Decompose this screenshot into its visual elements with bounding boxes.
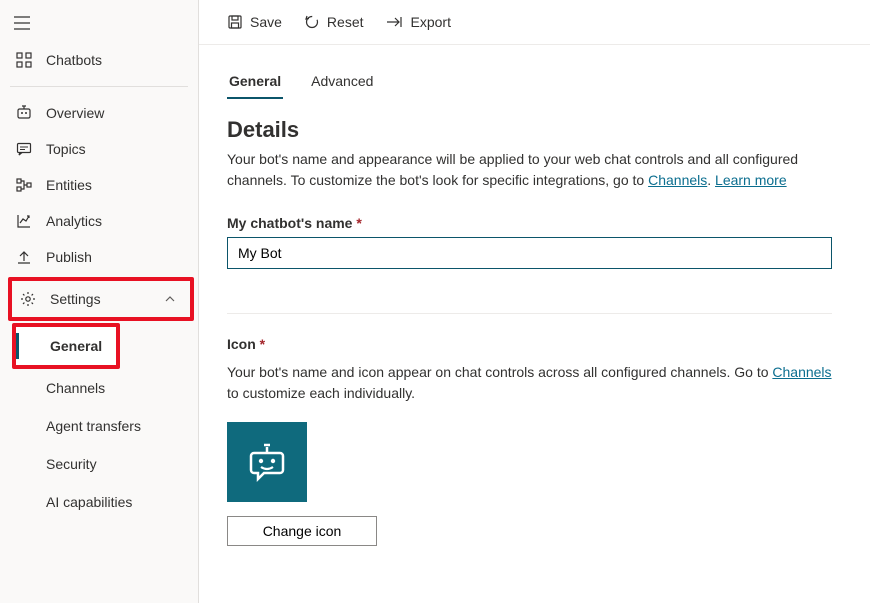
icon-description: Your bot's name and icon appear on chat …	[227, 362, 842, 404]
hamburger-button[interactable]	[0, 6, 198, 38]
nav-topics-label: Topics	[46, 141, 184, 157]
chevron-up-icon	[164, 293, 176, 305]
details-heading: Details	[227, 117, 842, 143]
nav-analytics-label: Analytics	[46, 213, 184, 229]
nav-chatbots-label: Chatbots	[46, 52, 184, 68]
save-button[interactable]: Save	[219, 8, 290, 36]
reset-button[interactable]: Reset	[296, 8, 372, 36]
icon-desc-b: to customize each individually.	[227, 385, 415, 401]
subnav-ai-capabilities-label: AI capabilities	[46, 494, 132, 510]
icon-label-text: Icon	[227, 336, 256, 352]
tabs: General Advanced	[227, 67, 842, 99]
bot-avatar-icon	[244, 439, 290, 485]
chat-icon	[14, 141, 34, 157]
channels-link-2[interactable]: Channels	[772, 364, 831, 380]
nav-publish[interactable]: Publish	[0, 239, 198, 275]
subnav-general-label: General	[50, 338, 102, 354]
tab-advanced-label: Advanced	[311, 73, 373, 89]
subnav-ai-capabilities[interactable]: AI capabilities	[0, 483, 198, 521]
subnav-agent-transfers-label: Agent transfers	[46, 418, 141, 434]
divider	[10, 86, 188, 87]
entities-icon	[14, 177, 34, 193]
required-asterisk: *	[356, 215, 361, 231]
highlight-settings: Settings	[8, 277, 194, 321]
export-icon	[386, 15, 404, 29]
save-icon	[227, 14, 243, 30]
nav-overview[interactable]: Overview	[0, 95, 198, 131]
icon-field-label: Icon *	[227, 336, 842, 352]
reset-label: Reset	[327, 14, 364, 30]
nav-analytics[interactable]: Analytics	[0, 203, 198, 239]
subnav-channels-label: Channels	[46, 380, 105, 396]
name-field-label: My chatbot's name *	[227, 215, 842, 231]
export-label: Export	[411, 14, 451, 30]
subnav-channels[interactable]: Channels	[0, 369, 198, 407]
save-label: Save	[250, 14, 282, 30]
subnav-general[interactable]: General	[16, 327, 116, 365]
subnav-security-label: Security	[46, 456, 97, 472]
grid-icon	[14, 52, 34, 68]
tab-general-label: General	[229, 73, 281, 89]
reset-icon	[304, 14, 320, 30]
nav-settings[interactable]: Settings	[12, 281, 190, 317]
nav-topics[interactable]: Topics	[0, 131, 198, 167]
change-icon-label: Change icon	[263, 523, 342, 539]
highlight-general: General	[12, 323, 120, 369]
gear-icon	[18, 291, 38, 307]
required-asterisk: *	[260, 336, 265, 352]
tab-general[interactable]: General	[227, 67, 283, 99]
details-sep: .	[707, 172, 715, 188]
main: Save Reset Export General	[199, 0, 870, 603]
nav-chatbots[interactable]: Chatbots	[0, 42, 198, 78]
analytics-icon	[14, 213, 34, 229]
learn-more-link[interactable]: Learn more	[715, 172, 787, 188]
nav-settings-label: Settings	[50, 291, 152, 307]
channels-link[interactable]: Channels	[648, 172, 707, 188]
bot-icon	[14, 105, 34, 121]
command-bar: Save Reset Export	[199, 0, 870, 45]
nav-entities[interactable]: Entities	[0, 167, 198, 203]
details-description: Your bot's name and appearance will be a…	[227, 149, 842, 191]
chatbot-name-input[interactable]	[227, 237, 832, 269]
sidebar: Chatbots Overview Topics En	[0, 0, 199, 603]
settings-subitems: General Channels Agent transfers Securit…	[0, 323, 198, 521]
subnav-security[interactable]: Security	[0, 445, 198, 483]
nav-overview-label: Overview	[46, 105, 184, 121]
tab-advanced[interactable]: Advanced	[309, 67, 375, 99]
content: General Advanced Details Your bot's name…	[199, 45, 870, 568]
publish-icon	[14, 249, 34, 265]
hamburger-icon	[14, 16, 30, 30]
export-button[interactable]: Export	[378, 8, 459, 36]
name-label-text: My chatbot's name	[227, 215, 352, 231]
nav-publish-label: Publish	[46, 249, 184, 265]
change-icon-button[interactable]: Change icon	[227, 516, 377, 546]
icon-preview	[227, 422, 307, 502]
icon-desc-a: Your bot's name and icon appear on chat …	[227, 364, 772, 380]
section-divider	[227, 313, 832, 314]
subnav-agent-transfers[interactable]: Agent transfers	[0, 407, 198, 445]
nav-entities-label: Entities	[46, 177, 184, 193]
